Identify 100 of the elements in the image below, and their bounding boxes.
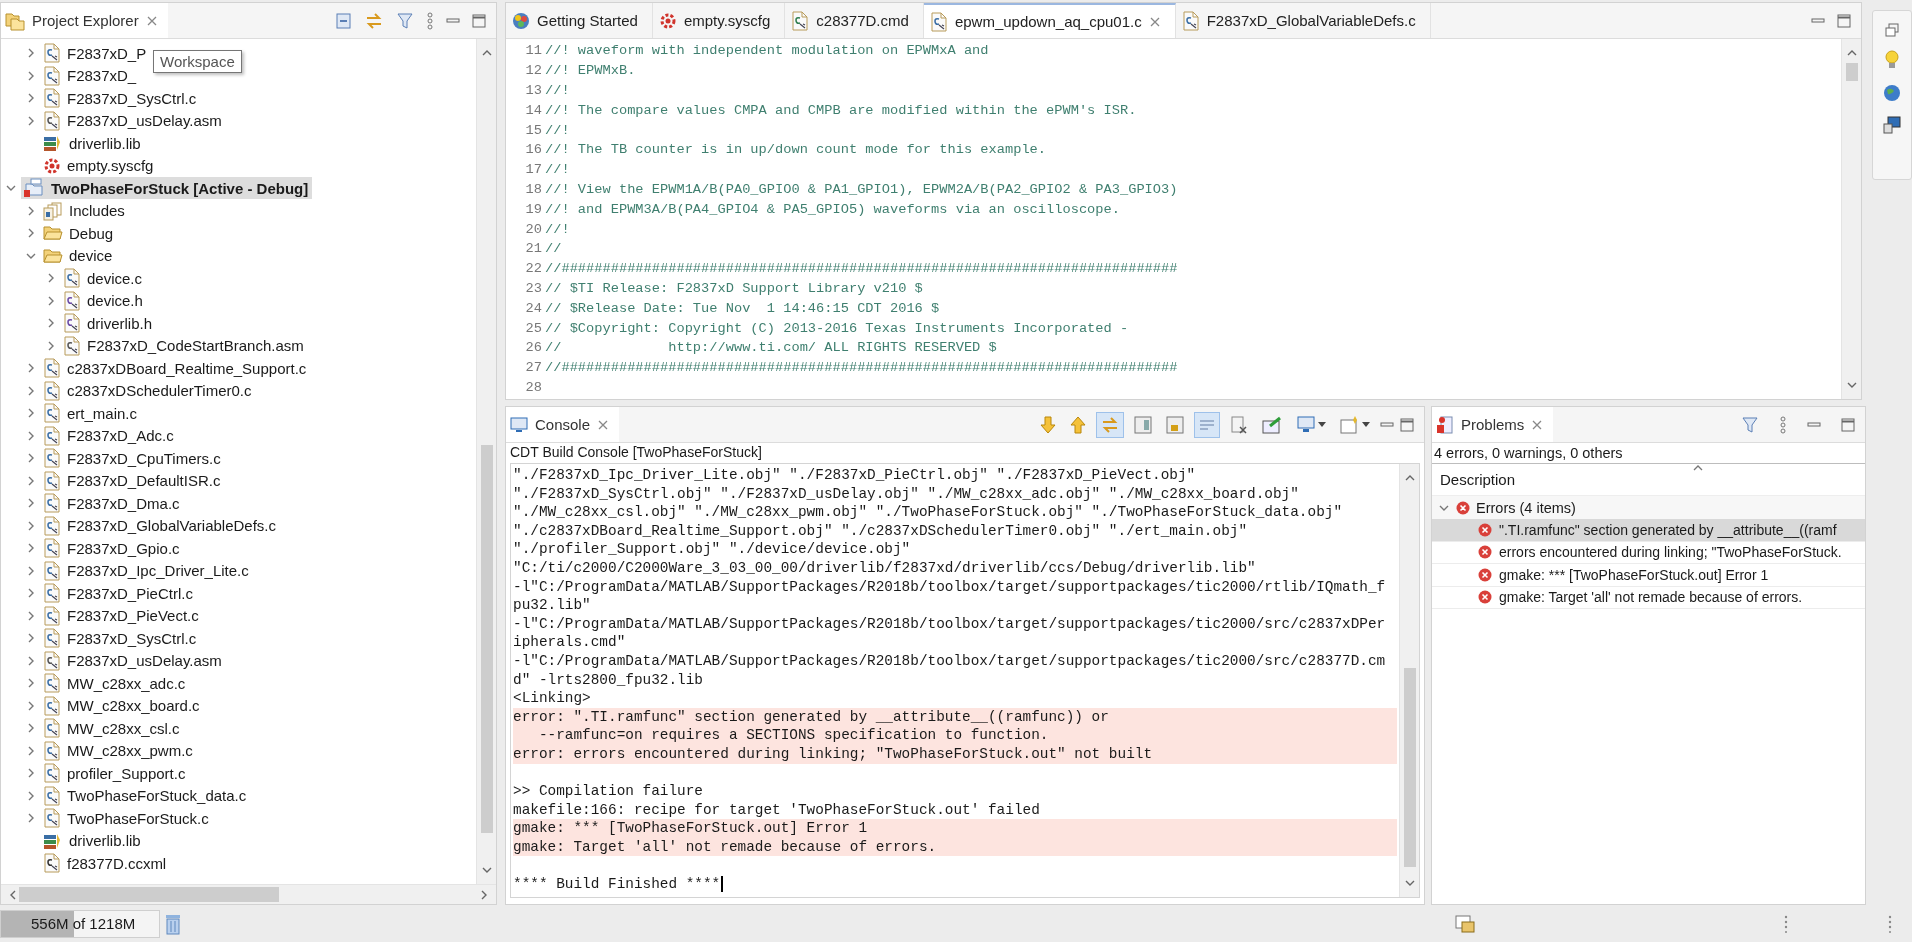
line-number: 13 [524, 83, 542, 98]
caret-icon[interactable] [1362, 421, 1370, 428]
window-icon[interactable] [1454, 913, 1476, 934]
tree-item[interactable]: F2837xD_P [41, 42, 151, 65]
file-icon [43, 425, 61, 446]
tree-item[interactable]: driverlib.lib [41, 132, 145, 155]
tree-item[interactable]: f28377D.ccxml [41, 852, 171, 875]
tree-item[interactable]: F2837xD_SysCtrl.c [41, 627, 201, 650]
maximize-icon[interactable] [1400, 417, 1414, 432]
view-title: Problems [1461, 416, 1525, 433]
file-icon [63, 290, 81, 311]
tree-item[interactable]: driverlib.h [61, 312, 157, 335]
tree-item[interactable]: F2837xD_CodeStartBranch.asm [61, 334, 308, 357]
tree-item[interactable]: MW_c28xx_board.c [41, 694, 204, 717]
tree-item[interactable]: F2837xD_PieCtrl.c [41, 582, 197, 605]
close-icon[interactable] [145, 14, 158, 27]
restore-icon[interactable] [1885, 23, 1899, 37]
tree-item[interactable]: Includes [41, 199, 129, 222]
tree-item[interactable]: F2837xD_Adc.c [41, 424, 178, 447]
tree-item[interactable]: profiler_Support.c [41, 762, 190, 785]
tree-item[interactable]: device [41, 244, 117, 267]
globe-icon[interactable] [1882, 83, 1902, 103]
clear-document-icon[interactable] [1230, 415, 1248, 434]
tree-item[interactable]: MW_c28xx_adc.c [41, 672, 190, 695]
scrollbar-thumb[interactable] [1404, 667, 1416, 867]
maximize-icon[interactable] [472, 13, 486, 28]
grip-icon[interactable] [1784, 914, 1788, 933]
monitor-icon [510, 415, 528, 434]
line-number: 28 [524, 379, 542, 395]
tree-item[interactable]: c2837xDBoard_Realtime_Support.c [41, 357, 311, 380]
window-icon[interactable] [1134, 415, 1152, 434]
arrow-down-icon[interactable] [1040, 415, 1056, 434]
more-icon[interactable] [426, 11, 434, 30]
memory-meter[interactable]: 556M of 1218M [0, 909, 160, 938]
tree-item[interactable]: F2837xD_usDelay.asm [41, 649, 226, 672]
caret-icon[interactable] [1318, 421, 1326, 428]
close-icon[interactable] [1531, 418, 1544, 431]
editor-tab[interactable]: c28377D.cmd [785, 3, 924, 38]
close-icon[interactable] [597, 418, 610, 431]
tree-item[interactable]: Debug [41, 222, 118, 245]
tree-item[interactable]: F2837xD_DefaultISR.c [41, 469, 225, 492]
code-line: //! EPWMxB. [545, 63, 636, 79]
tree-item[interactable]: F2837xD_ [41, 64, 141, 87]
sort-caret-icon[interactable] [1691, 464, 1704, 472]
problems-summary: 4 errors, 0 warnings, 0 others [1432, 443, 1865, 464]
tree-item[interactable]: F2837xD_Dma.c [41, 492, 184, 515]
line-number: 19 [524, 201, 542, 217]
tree-item[interactable]: device.h [61, 289, 147, 312]
tree-item[interactable]: device.c [61, 267, 147, 290]
pin-window-icon[interactable] [1262, 415, 1282, 434]
link-arrows-icon[interactable] [364, 11, 384, 30]
tree-item[interactable]: TwoPhaseForStuck.c [41, 807, 213, 830]
monitor-icon[interactable] [1882, 115, 1902, 135]
tree-item[interactable]: F2837xD_SysCtrl.c [41, 87, 201, 110]
tree-item[interactable]: c2837xDSchedulerTimer0.c [41, 379, 256, 402]
monitor-icon[interactable] [1296, 415, 1316, 434]
maximize-icon[interactable] [1837, 13, 1851, 28]
scrollbar-thumb[interactable] [481, 444, 493, 834]
close-icon[interactable] [1148, 15, 1161, 28]
editor-tab[interactable]: Getting Started [506, 3, 653, 38]
file-icon [43, 853, 61, 874]
tree-item[interactable]: MW_c28xx_csl.c [41, 717, 184, 740]
editor-tab[interactable]: empty.syscfg [652, 3, 786, 38]
tree-item[interactable]: TwoPhaseForStuck [Active - Debug] [21, 177, 313, 200]
collapse-all-icon[interactable] [334, 11, 352, 30]
problem-item[interactable]: errors encountered during linking; "TwoPhaseForStuck. [1432, 541, 1865, 564]
vertical-scrollbar[interactable] [476, 39, 496, 884]
file-icon [43, 808, 61, 829]
tree-item[interactable]: F2837xD_GlobalVariableDefs.c [41, 514, 280, 537]
scrollbar-thumb[interactable] [1846, 63, 1858, 81]
scrollbar-thumb[interactable] [19, 887, 279, 902]
light-bulb-icon[interactable] [1884, 49, 1900, 71]
more-icon[interactable] [1779, 415, 1787, 434]
tree-item[interactable]: MW_c28xx_pwm.c [41, 739, 197, 762]
tree-item[interactable]: F2837xD_Ipc_Driver_Lite.c [41, 559, 253, 582]
tree-item[interactable]: empty.syscfg [41, 154, 158, 177]
vertical-scrollbar[interactable] [1841, 39, 1861, 399]
tree-item[interactable]: driverlib.lib [41, 829, 145, 852]
editor-tab[interactable]: epwm_updown_aq_cpu01.c [923, 3, 1176, 38]
file-icon [43, 605, 61, 626]
maximize-icon[interactable] [1841, 417, 1855, 432]
problem-item[interactable]: ".TI.ramfunc" section generated by __attribute__((ramf [1432, 519, 1865, 542]
line-number: 27 [524, 360, 542, 376]
problem-item[interactable]: gmake: Target 'all' not remade because of errors. [1432, 586, 1865, 609]
problem-item[interactable]: gmake: *** [TwoPhaseForStuck.out] Error 1 [1432, 564, 1865, 587]
editor-tab[interactable]: F2837xD_GlobalVariableDefs.c [1175, 3, 1431, 38]
tree-item[interactable]: F2837xD_Gpio.c [41, 537, 184, 560]
grip-icon[interactable] [1888, 914, 1892, 933]
column-header[interactable]: Description [1440, 471, 1516, 488]
tree-item[interactable]: ert_main.c [41, 402, 142, 425]
filter-icon[interactable] [396, 11, 414, 30]
vertical-scrollbar[interactable] [1399, 464, 1419, 897]
tree-item[interactable]: TwoPhaseForStuck_data.c [41, 784, 251, 807]
tree-item[interactable]: F2837xD_PieVect.c [41, 604, 203, 627]
tree-item[interactable]: F2837xD_usDelay.asm [41, 109, 226, 132]
tree-item[interactable]: F2837xD_CpuTimers.c [41, 447, 225, 470]
code-line: //! View the EPWM1A/B(PA0_GPIO0 & PA1_GPIO1), EPWM2A/B(PA2_GPIO2 & PA3_GPIO3) [545, 181, 1178, 197]
filter-icon[interactable] [1741, 415, 1759, 434]
arrow-up-icon[interactable] [1070, 415, 1086, 434]
horizontal-scrollbar[interactable] [1, 884, 496, 904]
